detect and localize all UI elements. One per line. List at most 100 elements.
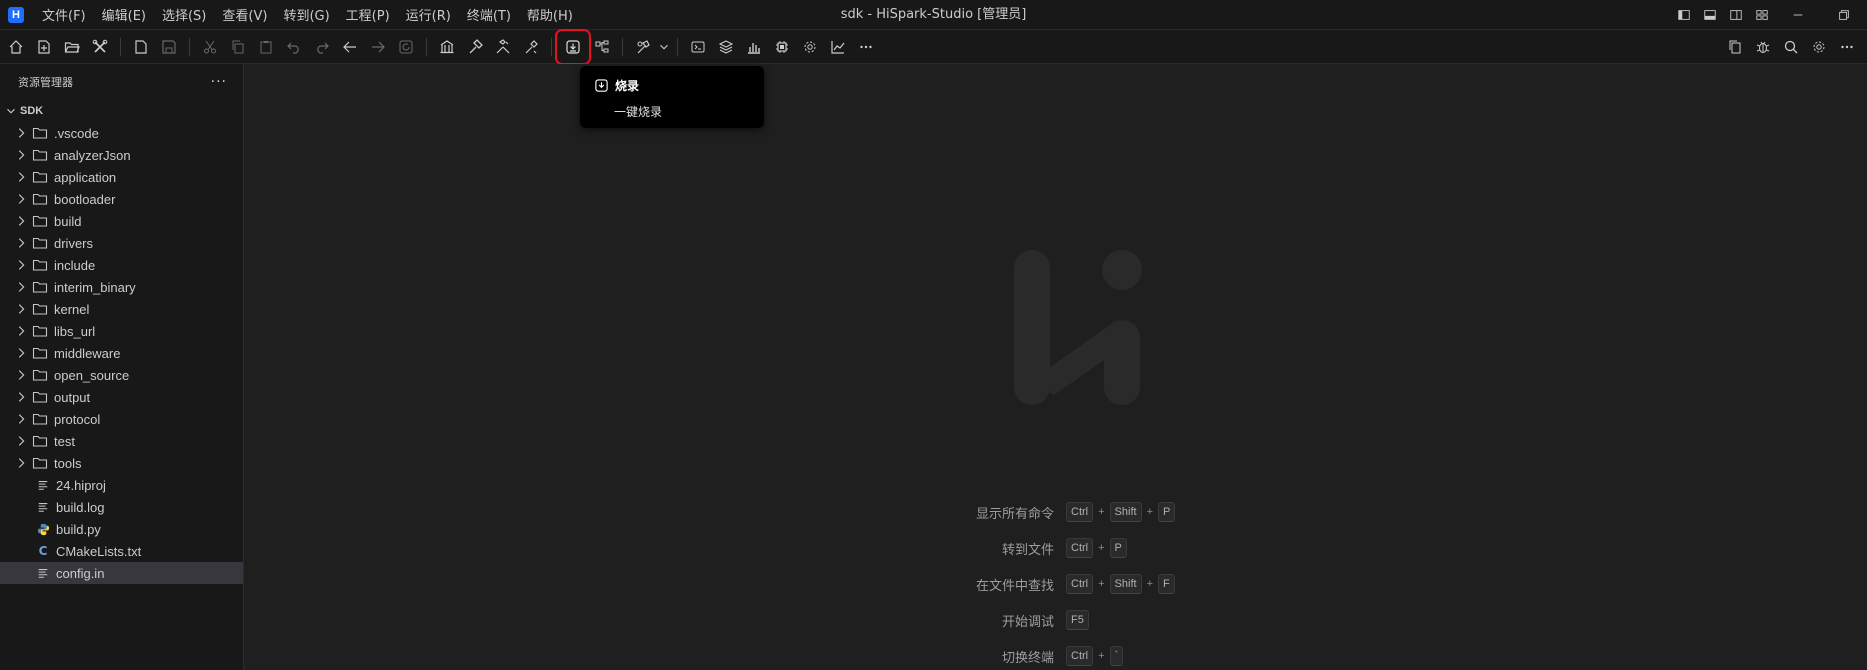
toggle-secondary-sidebar-button[interactable]	[1723, 0, 1749, 30]
more-actions-button[interactable]	[852, 33, 880, 61]
menu-go[interactable]: 转到(G)	[275, 1, 337, 28]
home-icon	[9, 39, 23, 54]
toggle-panel-button[interactable]	[1697, 0, 1723, 30]
chip-icon	[776, 40, 788, 53]
folder-item[interactable]: build	[0, 210, 243, 232]
debug-button[interactable]	[1749, 33, 1777, 61]
menu-terminal[interactable]: 终端(T)	[459, 1, 519, 28]
navigate-back-button[interactable]	[336, 33, 364, 61]
menu-file[interactable]: 文件(F)	[34, 1, 94, 28]
folder-item[interactable]: tools	[0, 452, 243, 474]
folder-item[interactable]: bootloader	[0, 188, 243, 210]
chevron-right-icon	[18, 282, 25, 292]
folder-icon	[32, 281, 48, 293]
minimize-button[interactable]	[1775, 0, 1821, 30]
chevron-right-icon	[18, 172, 25, 182]
redo-icon	[317, 42, 329, 54]
folder-item[interactable]: test	[0, 430, 243, 452]
folder-item[interactable]: .vscode	[0, 122, 243, 144]
folder-open-icon	[64, 41, 80, 53]
folder-icon	[32, 171, 48, 183]
toolbar-separator	[677, 37, 678, 56]
file-item[interactable]: config.in	[0, 562, 243, 584]
folder-item[interactable]: output	[0, 386, 243, 408]
menu-project[interactable]: 工程(P)	[338, 1, 398, 28]
copy-button[interactable]	[224, 33, 252, 61]
layers-button[interactable]	[712, 33, 740, 61]
shortcut-row: 显示所有命令 Ctrl + Shift + P	[784, 494, 1384, 530]
folder-item[interactable]: kernel	[0, 298, 243, 320]
folder-item[interactable]: libs_url	[0, 320, 243, 342]
bug-icon	[1756, 41, 1770, 53]
folder-item[interactable]: drivers	[0, 232, 243, 254]
tooltip-description: 一键烧录	[614, 105, 663, 119]
folder-item[interactable]: interim_binary	[0, 276, 243, 298]
config-button[interactable]	[796, 33, 824, 61]
debug-tools-button[interactable]	[629, 33, 657, 61]
redo-button[interactable]	[308, 33, 336, 61]
folder-item[interactable]: middleware	[0, 342, 243, 364]
flow-button[interactable]	[588, 33, 616, 61]
chevron-right-icon	[18, 458, 25, 468]
new-file-button[interactable]	[127, 33, 155, 61]
folder-item[interactable]: analyzerJson	[0, 144, 243, 166]
menu-bar: 文件(F) 编辑(E) 选择(S) 查看(V) 转到(G) 工程(P) 运行(R…	[34, 1, 581, 28]
search-button[interactable]	[1777, 33, 1805, 61]
undo-button[interactable]	[280, 33, 308, 61]
shortcut-keys: Ctrl + `	[1066, 646, 1124, 666]
navigate-forward-button[interactable]	[364, 33, 392, 61]
key-cap: Ctrl	[1066, 646, 1094, 666]
analysis-button[interactable]	[740, 33, 768, 61]
folder-icon	[32, 435, 48, 447]
menu-selection[interactable]: 选择(S)	[154, 1, 214, 28]
file-item[interactable]: C CMakeLists.txt	[0, 540, 243, 562]
folder-label: bootloader	[54, 191, 116, 207]
home-button[interactable]	[2, 33, 30, 61]
folder-item[interactable]: open_source	[0, 364, 243, 386]
folder-label: libs_url	[54, 323, 96, 339]
menu-run[interactable]: 运行(R)	[398, 1, 459, 28]
folder-icon	[32, 215, 48, 227]
customize-layout-button[interactable]	[1749, 0, 1775, 30]
explorer-more-button[interactable]: ···	[211, 74, 227, 90]
chip-button[interactable]	[768, 33, 796, 61]
cmake-icon: C	[38, 544, 48, 558]
shortcut-row: 在文件中查找 Ctrl + Shift + F	[784, 566, 1384, 602]
rebuild-button[interactable]	[489, 33, 517, 61]
build-button[interactable]	[461, 33, 489, 61]
project-building-button[interactable]	[433, 33, 461, 61]
folder-item[interactable]: protocol	[0, 408, 243, 430]
paste-button[interactable]	[252, 33, 280, 61]
workspace-root[interactable]: SDK	[0, 100, 243, 122]
toolbar-right-group	[1721, 33, 1861, 61]
file-item[interactable]: build.py	[0, 518, 243, 540]
debug-tools-dropdown[interactable]	[657, 33, 671, 61]
hispark-watermark-logo	[1014, 250, 1142, 405]
burn-button[interactable]	[555, 28, 591, 65]
explorer-button[interactable]	[1721, 33, 1749, 61]
toggle-primary-sidebar-button[interactable]	[1671, 0, 1697, 30]
settings-button[interactable]	[1805, 33, 1833, 61]
restore-button[interactable]	[1821, 0, 1867, 30]
tools-button[interactable]	[86, 33, 114, 61]
debug-tools-icon	[637, 39, 650, 53]
menu-edit[interactable]: 编辑(E)	[94, 1, 154, 28]
terminal-button[interactable]	[684, 33, 712, 61]
trend-button[interactable]	[824, 33, 852, 61]
folder-item[interactable]: include	[0, 254, 243, 276]
refresh-button[interactable]	[392, 33, 420, 61]
more-right-button[interactable]	[1833, 33, 1861, 61]
menu-help[interactable]: 帮助(H)	[519, 1, 581, 28]
open-folder-button[interactable]	[58, 33, 86, 61]
chevron-right-icon	[18, 304, 25, 314]
new-project-button[interactable]	[30, 33, 58, 61]
menu-view[interactable]: 查看(V)	[214, 1, 275, 28]
file-item[interactable]: 24.hiproj	[0, 474, 243, 496]
save-button[interactable]	[155, 33, 183, 61]
shortcut-row: 转到文件 Ctrl + P	[784, 530, 1384, 566]
file-item[interactable]: build.log	[0, 496, 243, 518]
clean-button[interactable]	[517, 33, 545, 61]
shortcut-hints: 显示所有命令 Ctrl + Shift + P 转到文件 Ctrl + P 在文件中查找 C…	[784, 494, 1384, 670]
cut-button[interactable]	[196, 33, 224, 61]
folder-item[interactable]: application	[0, 166, 243, 188]
